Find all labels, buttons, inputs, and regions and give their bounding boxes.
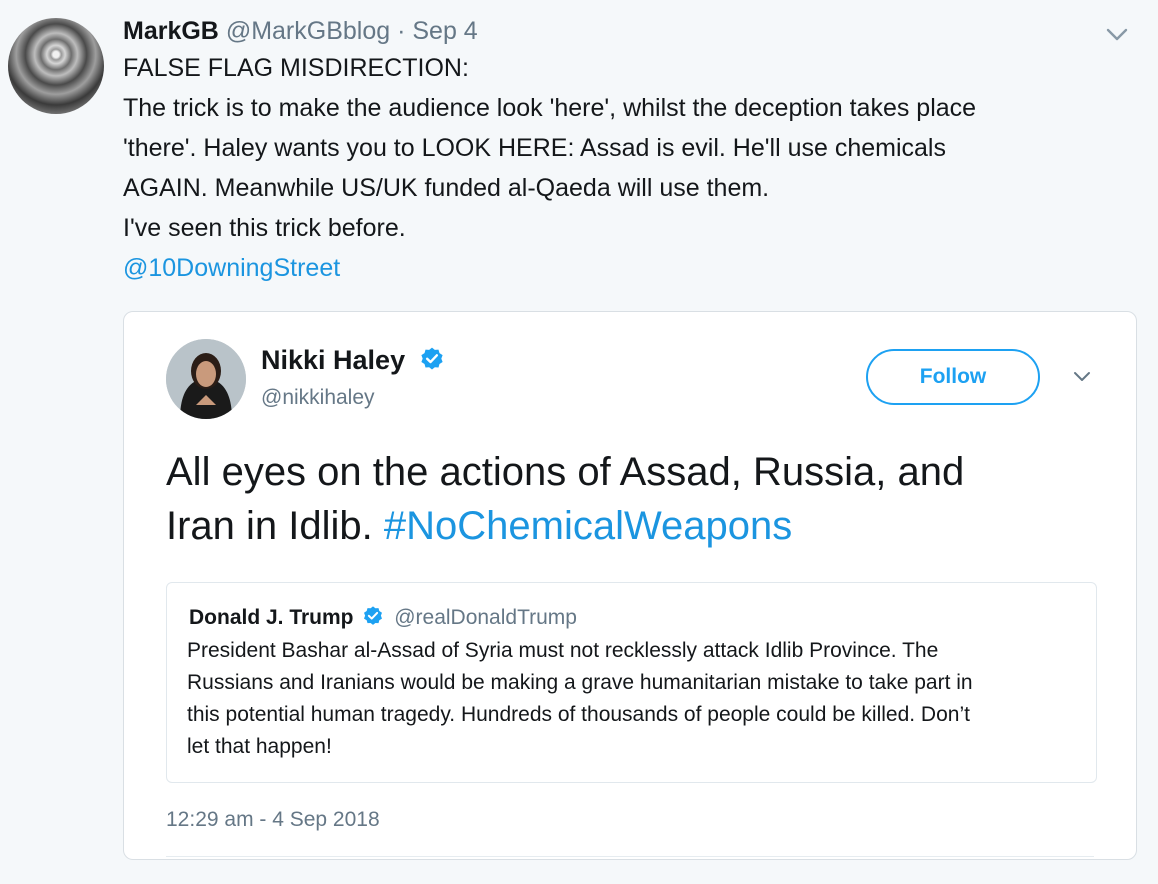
chevron-down-icon[interactable]: [1072, 370, 1092, 384]
quoted-tweet-text: President Bashar al-Assad of Syria must …: [187, 635, 1087, 763]
embed-author-name[interactable]: Nikki Haley: [261, 345, 445, 376]
embed-timestamp[interactable]: 12:29 am - 4 Sep 2018: [166, 808, 380, 832]
embed-author-name-text: Nikki Haley: [261, 345, 406, 375]
tweet-text-line: AGAIN. Meanwhile US/UK funded al-Qaeda w…: [123, 174, 770, 202]
tweet-header: MarkGB @MarkGBblog · Sep 4: [123, 14, 1113, 48]
embed-text-plain: Iran in Idlib.: [166, 504, 384, 548]
tweet-text-line: The trick is to make the audience look '…: [123, 94, 977, 122]
quoted-text-line: President Bashar al-Assad of Syria must …: [187, 639, 939, 662]
embed-author-handle[interactable]: @nikkihaley: [261, 386, 375, 410]
chevron-down-icon[interactable]: [1100, 22, 1134, 48]
author-avatar[interactable]: [8, 18, 104, 114]
tweet-text-line: FALSE FLAG MISDIRECTION:: [123, 54, 469, 82]
quoted-text-line: this potential human tragedy. Hundreds o…: [187, 703, 970, 726]
tweet-text: FALSE FLAG MISDIRECTION: The trick is to…: [123, 48, 1113, 288]
quoted-tweet-header: Donald J. Trump @realDonaldTrump: [189, 605, 577, 630]
quoted-text-line: let that happen!: [187, 735, 332, 758]
tweet-body: MarkGB @MarkGBblog · Sep 4 FALSE FLAG MI…: [123, 14, 1113, 288]
quoted-tweet[interactable]: Donald J. Trump @realDonaldTrump Preside…: [166, 582, 1097, 783]
avatar-portrait-icon: [166, 339, 246, 419]
quoted-text-line: Russians and Iranians would be making a …: [187, 671, 973, 694]
embed-text-line: All eyes on the actions of Assad, Russia…: [166, 450, 965, 494]
follow-button[interactable]: Follow: [866, 349, 1040, 405]
author-handle[interactable]: @MarkGBblog: [226, 17, 390, 45]
quoted-author-name[interactable]: Donald J. Trump: [189, 606, 354, 629]
verified-badge-icon: [420, 347, 443, 370]
nikki-haley-avatar[interactable]: [166, 339, 246, 419]
embed-tweet-text: All eyes on the actions of Assad, Russia…: [166, 445, 964, 553]
hashtag-link[interactable]: #NoChemicalWeapons: [384, 504, 792, 548]
embedded-tweet[interactable]: Nikki Haley @nikkihaley Follow All eyes …: [123, 311, 1137, 860]
author-name[interactable]: MarkGB: [123, 17, 219, 45]
separator: ·: [390, 17, 413, 45]
tweet-text-line: I've seen this trick before.: [123, 214, 406, 242]
verified-badge-icon: [364, 606, 383, 625]
tweet-text-line: 'there'. Haley wants you to LOOK HERE: A…: [123, 134, 946, 162]
divider: [166, 856, 1094, 857]
mention-link[interactable]: @10DowningStreet: [123, 248, 1113, 288]
embed-text-line-2: Iran in Idlib. #NoChemicalWeapons: [166, 499, 964, 553]
quoted-author-handle[interactable]: @realDonaldTrump: [394, 606, 577, 629]
tweet-date[interactable]: Sep 4: [412, 17, 477, 45]
